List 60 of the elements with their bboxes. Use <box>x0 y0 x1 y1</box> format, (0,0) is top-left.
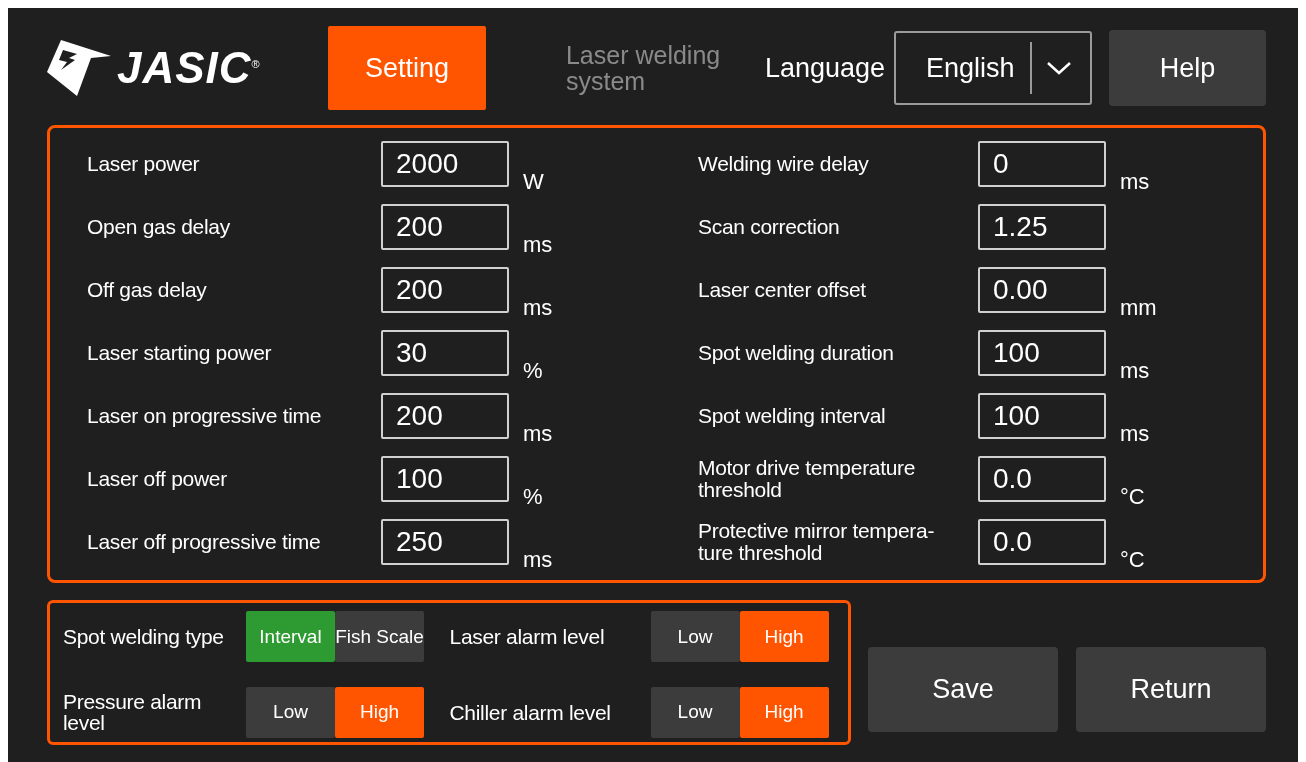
unit-label: ms <box>1120 169 1150 195</box>
parameter-label: Off gas delay <box>87 279 208 301</box>
logo-icon <box>47 40 111 96</box>
language-dropdown[interactable]: English <box>894 31 1093 105</box>
parameter-label: Scan correction <box>698 216 841 238</box>
parameter-input[interactable]: 0.00 <box>978 267 1106 313</box>
app-title: Laser welding system <box>565 42 722 94</box>
parameter-input[interactable]: 200 <box>381 267 509 313</box>
parameter-label: Laser off progressive time <box>87 531 322 553</box>
parameter-input[interactable]: 0 <box>978 141 1106 187</box>
unit-label: °C <box>1120 547 1145 573</box>
parameter-label: Laser on progressive time <box>87 405 323 427</box>
segment-option[interactable]: Fish Scale <box>335 611 424 662</box>
segment-option[interactable]: Interval <box>246 611 335 662</box>
parameter-label: Laser power <box>87 153 201 175</box>
unit-label: °C <box>1120 484 1145 510</box>
unit-label: % <box>523 484 543 510</box>
registered-mark: ® <box>251 58 260 70</box>
parameter-label: Motor drive temperature threshold <box>698 457 917 501</box>
parameter-label: Spot welding duration <box>698 342 895 364</box>
unit-label: ms <box>523 295 553 321</box>
parameter-label: Laser off power <box>87 468 228 490</box>
parameter-label: Laser center offset <box>698 279 867 301</box>
parameter-label: Open gas delay <box>87 216 231 238</box>
segment-option[interactable]: Low <box>650 686 740 738</box>
language-label: Language <box>764 52 886 84</box>
parameter-input[interactable]: 30 <box>381 330 509 376</box>
parameter-label: Laser starting power <box>87 342 273 364</box>
unit-label: ms <box>1120 421 1150 447</box>
switch-label: Laser alarm level <box>449 626 606 647</box>
save-button[interactable]: Save <box>868 647 1058 732</box>
parameter-input[interactable]: 200 <box>381 393 509 439</box>
unit-label: ms <box>523 421 553 447</box>
parameter-input[interactable]: 1.25 <box>978 204 1106 250</box>
segment-option[interactable]: Low <box>650 611 740 662</box>
unit-label: ms <box>1120 358 1150 384</box>
parameter-label: Welding wire delay <box>698 153 870 175</box>
chevron-down-icon <box>1046 60 1073 76</box>
unit-label: W <box>523 169 544 195</box>
parameter-input[interactable]: 100 <box>978 393 1106 439</box>
parameter-input[interactable]: 100 <box>978 330 1106 376</box>
logo-wordmark: JASIC <box>117 43 252 93</box>
return-button[interactable]: Return <box>1076 647 1266 732</box>
unit-label: mm <box>1120 295 1157 321</box>
unit-label: ms <box>523 547 553 573</box>
help-button[interactable]: Help <box>1109 30 1266 106</box>
unit-label: % <box>523 358 543 384</box>
unit-label: ms <box>523 232 553 258</box>
parameter-label: Protective mirror tempera- ture threshold <box>698 520 936 564</box>
parameter-input[interactable]: 0.0 <box>978 456 1106 502</box>
switch-label: Chiller alarm level <box>449 701 612 723</box>
parameter-input[interactable]: 100 <box>381 456 509 502</box>
parameter-input[interactable]: 2000 <box>381 141 509 187</box>
parameter-label: Spot welding interval <box>698 405 887 427</box>
parameter-input[interactable]: 250 <box>381 519 509 565</box>
switch-label: Pressure alarm level <box>63 691 203 733</box>
parameter-input[interactable]: 0.0 <box>978 519 1106 565</box>
segment-option[interactable]: Low <box>246 686 335 738</box>
switch-label: Spot welding type <box>63 626 225 647</box>
parameter-input[interactable]: 200 <box>381 204 509 250</box>
